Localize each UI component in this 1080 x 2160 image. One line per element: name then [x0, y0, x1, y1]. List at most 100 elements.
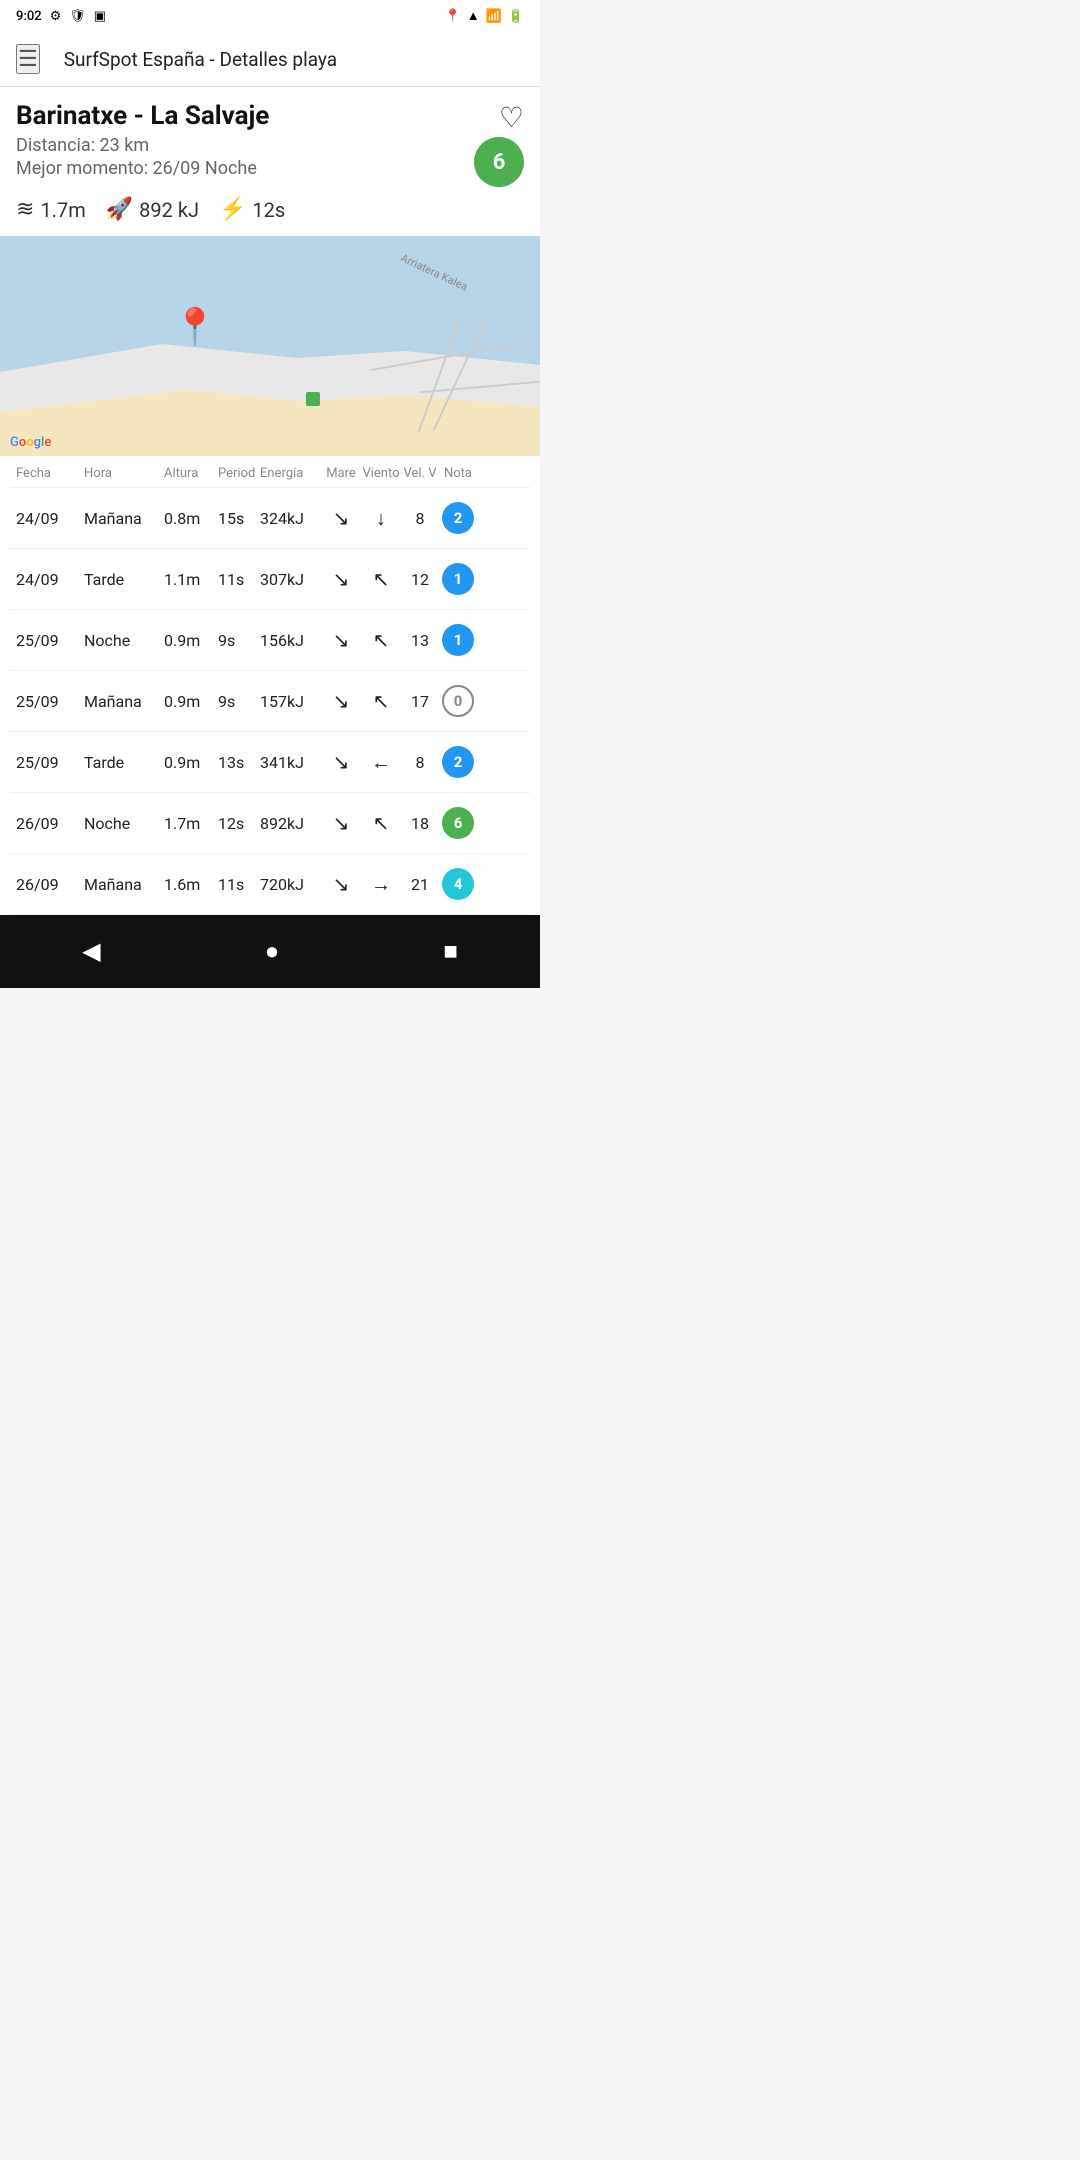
header-velv: Vel. V — [402, 466, 438, 481]
signal-icon: 📶 — [486, 9, 502, 24]
wave-height-value: 1.7m — [40, 198, 85, 222]
settings-icon: ⚙ — [50, 9, 62, 24]
cell-velv: 17 — [402, 692, 438, 711]
score-badge: 6 — [474, 137, 524, 187]
cell-hora: Mañana — [84, 692, 164, 711]
battery-icon: 🔋 — [508, 9, 524, 24]
map-google-logo: Google — [10, 435, 51, 450]
cell-velv: 13 — [402, 631, 438, 650]
cell-fecha: 25/09 — [16, 631, 84, 650]
cell-velv: 21 — [402, 875, 438, 894]
cell-nota: 6 — [438, 807, 478, 839]
period-value: 12s — [252, 198, 285, 222]
header-period: Period — [218, 466, 260, 481]
cell-fecha: 26/09 — [16, 875, 84, 894]
cell-fecha: 25/09 — [16, 692, 84, 711]
cell-nota: 2 — [438, 746, 478, 778]
cell-hora: Mañana — [84, 875, 164, 894]
cell-period: 13s — [218, 753, 260, 772]
score-circle: 6 — [442, 807, 474, 839]
cell-nota: 0 — [438, 685, 478, 717]
cell-period: 15s — [218, 509, 260, 528]
header-hora: Hora — [84, 466, 164, 481]
home-button[interactable]: ● — [237, 930, 308, 974]
bottom-nav: ◀ ● ■ — [0, 915, 540, 988]
cell-energia: 892kJ — [260, 814, 322, 833]
cell-viento: ↖ — [360, 689, 402, 713]
cell-energia: 157kJ — [260, 692, 322, 711]
favorite-button[interactable]: ♡ — [499, 101, 524, 134]
score-circle: 2 — [442, 502, 474, 534]
cell-altura: 1.7m — [164, 814, 218, 833]
score-circle: 1 — [442, 624, 474, 656]
table-body: 24/09 Mañana 0.8m 15s 324kJ ↘ ↓ 8 2 24/0… — [10, 488, 530, 915]
cell-altura: 0.9m — [164, 753, 218, 772]
table-row: 25/09 Noche 0.9m 9s 156kJ ↘ ↖ 13 1 — [10, 610, 530, 671]
cell-period: 12s — [218, 814, 260, 833]
cell-mare: ↘ — [322, 750, 360, 774]
cell-nota: 2 — [438, 502, 478, 534]
cell-energia: 307kJ — [260, 570, 322, 589]
cell-energia: 720kJ — [260, 875, 322, 894]
cell-period: 11s — [218, 875, 260, 894]
surf-table: Fecha Hora Altura Period Energía Mare Vi… — [0, 456, 540, 915]
table-header: Fecha Hora Altura Period Energía Mare Vi… — [10, 456, 530, 488]
cell-viento: ↖ — [360, 628, 402, 652]
wave-icon: ≋ — [16, 197, 34, 222]
table-row: 26/09 Noche 1.7m 12s 892kJ ↘ ↖ 18 6 — [10, 793, 530, 854]
cell-velv: 18 — [402, 814, 438, 833]
cell-viento: ↖ — [360, 567, 402, 591]
header-nota: Nota — [438, 466, 478, 481]
cell-velv: 8 — [402, 509, 438, 528]
cell-period: 11s — [218, 570, 260, 589]
energy-value: 892 kJ — [139, 198, 199, 222]
cell-nota: 4 — [438, 868, 478, 900]
period-icon: ⚡ — [219, 197, 246, 222]
sim-icon: ▣ — [94, 9, 106, 24]
period-stat: ⚡ 12s — [219, 197, 285, 222]
map-pin: 📍 — [173, 306, 218, 348]
cell-mare: ↘ — [322, 872, 360, 896]
score-circle: 4 — [442, 868, 474, 900]
table-row: 25/09 Mañana 0.9m 9s 157kJ ↘ ↖ 17 0 — [10, 671, 530, 732]
cell-altura: 0.9m — [164, 631, 218, 650]
cell-velv: 8 — [402, 753, 438, 772]
beach-header: Barinatxe - La Salvaje ♡ Distancia: 23 k… — [0, 87, 540, 189]
cell-velv: 12 — [402, 570, 438, 589]
cell-mare: ↘ — [322, 628, 360, 652]
stats-row: ≋ 1.7m 🚀 892 kJ ⚡ 12s — [0, 189, 540, 236]
rocket-icon: 🚀 — [106, 197, 133, 222]
energy-stat: 🚀 892 kJ — [106, 197, 199, 222]
cell-mare: ↘ — [322, 567, 360, 591]
cell-fecha: 26/09 — [16, 814, 84, 833]
app-bar: ☰ SurfSpot España - Detalles playa — [0, 32, 540, 87]
cell-mare: ↘ — [322, 811, 360, 835]
back-button[interactable]: ◀ — [54, 929, 128, 974]
cell-hora: Tarde — [84, 570, 164, 589]
cell-period: 9s — [218, 692, 260, 711]
cell-hora: Noche — [84, 631, 164, 650]
menu-button[interactable]: ☰ — [16, 44, 40, 74]
cell-nota: 1 — [438, 624, 478, 656]
shield-icon: 🛡 — [69, 9, 86, 24]
beach-best-moment: Mejor momento: 26/09 Noche — [16, 158, 524, 179]
cell-energia: 324kJ — [260, 509, 322, 528]
status-time: 9:02 — [16, 9, 42, 24]
cell-viento: → — [360, 872, 402, 897]
cell-mare: ↘ — [322, 689, 360, 713]
cell-fecha: 24/09 — [16, 570, 84, 589]
cell-fecha: 24/09 — [16, 509, 84, 528]
cell-period: 9s — [218, 631, 260, 650]
status-right-icons: 📍 ▲ 📶 🔋 — [445, 8, 524, 24]
map[interactable]: Arriatera Kalea 📍 Google — [0, 236, 540, 456]
cell-viento: ← — [360, 750, 402, 775]
location-icon: 📍 — [445, 9, 461, 24]
cell-hora: Mañana — [84, 509, 164, 528]
cell-altura: 0.8m — [164, 509, 218, 528]
beach-distance: Distancia: 23 km — [16, 135, 524, 156]
recents-button[interactable]: ■ — [415, 930, 486, 974]
beach-name: Barinatxe - La Salvaje — [16, 101, 524, 131]
table-row: 24/09 Tarde 1.1m 11s 307kJ ↘ ↖ 12 1 — [10, 549, 530, 610]
header-mare: Mare — [322, 466, 360, 481]
wave-height-stat: ≋ 1.7m — [16, 197, 86, 222]
